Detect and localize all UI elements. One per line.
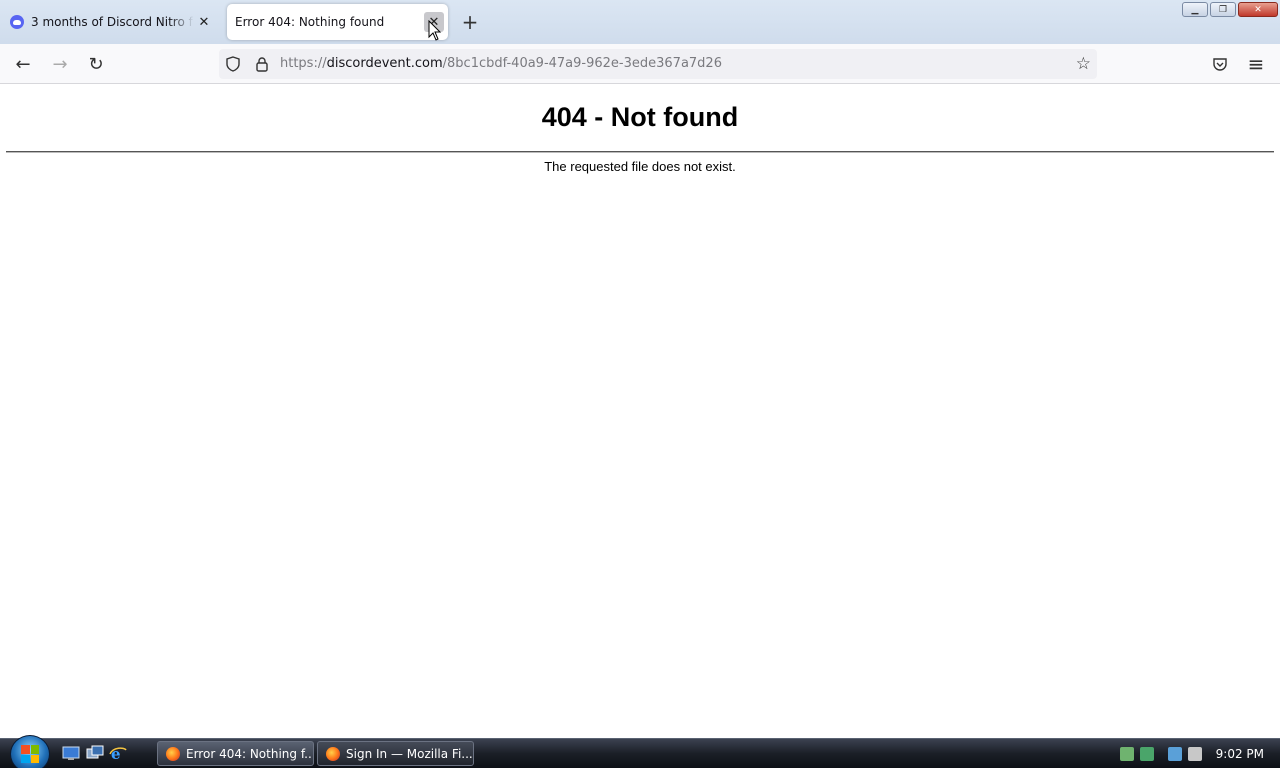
start-button[interactable] xyxy=(10,735,50,768)
address-bar[interactable]: https://discordevent.com/8bc1cbdf-40a9-4… xyxy=(219,49,1097,79)
firefox-icon xyxy=(326,746,340,761)
forward-button[interactable]: → xyxy=(48,52,72,76)
firefox-icon xyxy=(166,746,180,761)
new-tab-button[interactable]: + xyxy=(458,10,482,34)
tab-title: Error 404: Nothing found xyxy=(235,15,385,29)
reload-button[interactable]: ↻ xyxy=(84,52,108,76)
back-button[interactable]: ← xyxy=(11,52,35,76)
url-scheme: https:// xyxy=(280,56,327,71)
menu-icon[interactable]: ≡ xyxy=(1244,52,1268,76)
discord-icon xyxy=(10,15,24,29)
tab-title: 3 months of Discord Nitro free | Discord xyxy=(31,15,194,29)
taskbar-item-label: Sign In — Mozilla Fi... xyxy=(346,746,473,761)
tab-strip: 3 months of Discord Nitro free | Discord… xyxy=(0,0,1280,44)
show-desktop-icon[interactable] xyxy=(62,745,80,761)
system-tray: 9:02 PM xyxy=(1119,739,1280,768)
tab-close-icon[interactable]: ✕ xyxy=(194,12,214,32)
restore-button[interactable]: ❐ xyxy=(1210,2,1236,17)
network-sharing-icon[interactable] xyxy=(1119,747,1134,761)
taskbar-item-error-404[interactable]: Error 404: Nothing f... xyxy=(157,741,314,766)
switch-windows-icon[interactable] xyxy=(86,745,104,761)
volume-muted-icon[interactable] xyxy=(1187,747,1202,761)
page-title: 404 - Not found xyxy=(541,102,739,132)
lock-icon[interactable] xyxy=(255,56,269,72)
error-message: The requested file does not exist. xyxy=(544,159,736,174)
tab-error-404[interactable]: Error 404: Nothing found ✕ xyxy=(227,4,448,40)
url-path: /8bc1cbdf-40a9-47a9-962e-3ede367a7d26 xyxy=(442,56,722,71)
security-center-icon[interactable] xyxy=(1139,747,1154,761)
url-text[interactable]: https://discordevent.com/8bc1cbdf-40a9-4… xyxy=(280,56,722,71)
bookmark-star-icon[interactable]: ☆ xyxy=(1076,54,1091,74)
internet-explorer-icon[interactable]: e xyxy=(109,745,127,761)
taskbar-item-label: Error 404: Nothing f... xyxy=(186,746,313,761)
mouse-cursor-icon xyxy=(428,20,442,41)
tab-discord-nitro[interactable]: 3 months of Discord Nitro free | Discord… xyxy=(0,4,220,40)
taskbar-item-sign-in[interactable]: Sign In — Mozilla Fi... xyxy=(317,741,474,766)
taskbar: e Error 404: Nothing f... Sign In — Mozi… xyxy=(0,735,1280,768)
minimize-button[interactable]: ▁ xyxy=(1182,2,1208,17)
pocket-icon[interactable] xyxy=(1208,52,1232,76)
url-host: discordevent.com xyxy=(326,56,443,71)
horizontal-rule xyxy=(6,151,1274,153)
shield-icon[interactable] xyxy=(226,56,240,72)
windows-logo-icon xyxy=(21,745,39,763)
page-content: 404 - Not found The requested file does … xyxy=(0,85,1280,738)
network-icon[interactable] xyxy=(1167,747,1182,761)
window-close-button[interactable]: ✕ xyxy=(1238,2,1278,17)
window-controls: ▁ ❐ ✕ xyxy=(1182,2,1278,17)
navigation-toolbar: ← → ↻ https://discordevent.com/8bc1cbdf-… xyxy=(0,44,1280,84)
clock[interactable]: 9:02 PM xyxy=(1216,747,1264,761)
